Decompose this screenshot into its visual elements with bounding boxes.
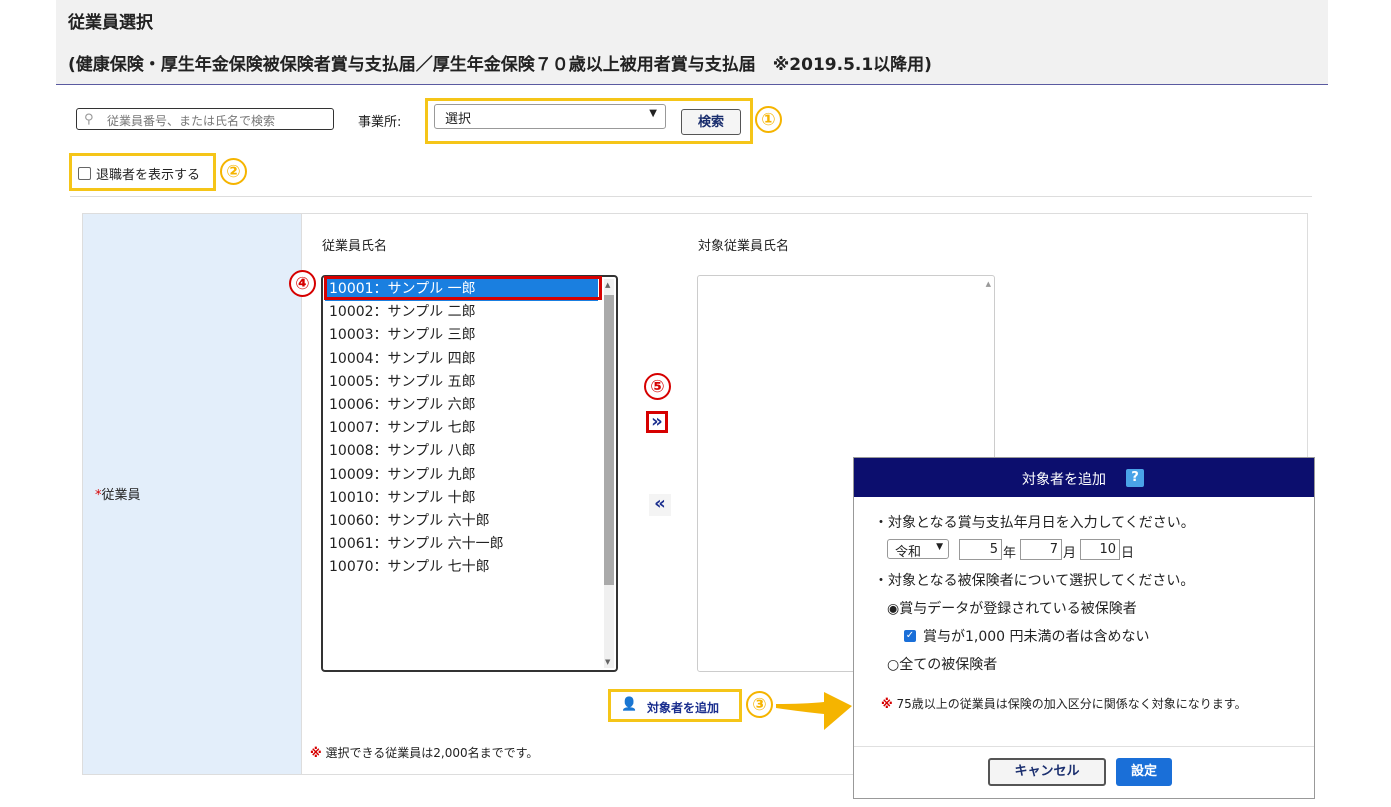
add-target-button-label: 対象者を追加	[647, 701, 720, 715]
dialog-date-instruction: ・対象となる賞与支払年月日を入力してください。	[874, 515, 1195, 531]
note-mark: ※	[310, 746, 322, 760]
employees-column-header: 従業員氏名	[322, 239, 388, 254]
era-select-value: 令和	[895, 545, 922, 560]
exclude-under-1000-label: 賞与が1,000 円未満の者は含めない	[923, 629, 1150, 645]
year-unit: 年	[1003, 546, 1017, 561]
dialog-insured-instruction: ・対象となる被保険者について選択してください。	[874, 573, 1195, 589]
employee-list-item[interactable]: 10007：サンプル 七郎	[329, 417, 476, 440]
divider	[70, 196, 1312, 197]
retired-checkbox[interactable]	[78, 167, 91, 180]
note-text: 選択できる従業員は2,000名までです。	[325, 746, 539, 760]
employee-list-item[interactable]: 10010：サンプル 十郎	[329, 487, 476, 510]
retired-checkbox-label: 退職者を表示する	[96, 168, 201, 183]
page-title: 従業員選択	[68, 13, 153, 33]
cancel-button[interactable]: キャンセル	[988, 758, 1106, 786]
search-button[interactable]: 検索	[681, 109, 741, 135]
office-select-value: 選択	[445, 112, 472, 127]
era-select[interactable]: 令和 ▼	[887, 539, 949, 560]
employee-list-item[interactable]: 10009：サンプル 九郎	[329, 464, 476, 487]
callout-5: ⑤	[644, 373, 671, 400]
selected-item-highlight	[324, 276, 602, 300]
add-target-dialog: 対象者を追加 ? ・対象となる賞与支払年月日を入力してください。 令和 ▼ 5 …	[853, 457, 1315, 799]
employee-field-label-text: 従業員	[101, 488, 141, 503]
month-input[interactable]: 7	[1020, 539, 1062, 560]
employee-limit-note: ※ 選択できる従業員は2,000名までです。	[310, 744, 538, 761]
callout-4: ④	[289, 270, 316, 297]
radio-with-bonus-data[interactable]: ◉賞与データが登録されている被保険者	[887, 598, 1137, 618]
employee-list-item[interactable]: 10060：サンプル 六十郎	[329, 510, 490, 533]
move-left-button[interactable]: «	[649, 494, 671, 516]
scroll-up-icon: ▲	[985, 280, 991, 288]
scroll-up-icon: ▲	[605, 281, 611, 289]
dialog-note-mark: ※	[881, 697, 893, 711]
callout-arrow-icon	[776, 692, 852, 730]
targets-column-header: 対象従業員氏名	[698, 239, 790, 254]
page-header: 従業員選択 (健康保険・厚生年金保険被保険者賞与支払届／厚生年金保険７０歳以上被…	[56, 0, 1328, 85]
scroll-down-icon: ▼	[605, 658, 611, 666]
search-input[interactable]: ⚲ 従業員番号、または氏名で検索	[76, 108, 334, 130]
chevron-down-icon: ▼	[936, 542, 943, 552]
employee-list-item[interactable]: 10006：サンプル 六郎	[329, 394, 476, 417]
day-input[interactable]: 10	[1080, 539, 1120, 560]
office-label: 事業所:	[358, 115, 402, 130]
employee-list-item[interactable]: 10070：サンプル 七十郎	[329, 556, 490, 579]
office-select[interactable]: 選択 ▼	[434, 104, 666, 129]
year-input[interactable]: 5	[959, 539, 1002, 560]
user-icon: 👤	[621, 697, 638, 712]
chevron-down-icon: ▼	[649, 108, 657, 119]
employee-listbox[interactable]: ▲ ▼ 10001：サンプル 一郎 10002：サンプル 二郎 10003：サンプル…	[321, 275, 618, 672]
help-icon[interactable]: ?	[1126, 469, 1144, 487]
employee-list-item[interactable]: 10004：サンプル 四郎	[329, 348, 476, 371]
employee-list-item[interactable]: 10061：サンプル 六十一郎	[329, 533, 504, 556]
search-icon: ⚲	[84, 112, 94, 127]
employee-list-item[interactable]: 10008：サンプル 八郎	[329, 440, 476, 463]
callout-3: ③	[746, 691, 773, 718]
dialog-divider	[854, 746, 1314, 747]
employee-list-item[interactable]: 10005：サンプル 五郎	[329, 371, 476, 394]
search-placeholder: 従業員番号、または氏名で検索	[107, 114, 276, 128]
callout-2: ②	[220, 158, 247, 185]
callout-1: ①	[755, 106, 782, 133]
radio-all-insured[interactable]: ○全ての被保険者	[887, 654, 997, 674]
month-unit: 月	[1063, 546, 1077, 561]
dialog-header: 対象者を追加 ?	[854, 458, 1314, 497]
form-label-column: *従業員	[83, 214, 302, 774]
day-unit: 日	[1121, 546, 1135, 561]
employee-list-item[interactable]: 10002：サンプル 二郎	[329, 301, 476, 324]
employee-list-item[interactable]: 10003：サンプル 三郎	[329, 324, 476, 347]
add-target-button[interactable]: 👤 対象者を追加	[608, 689, 742, 722]
ok-button[interactable]: 設定	[1116, 758, 1172, 786]
move-right-button[interactable]: »	[646, 411, 668, 433]
listbox-scrollbar[interactable]: ▲ ▼	[604, 279, 614, 668]
dialog-title: 対象者を追加	[1022, 472, 1106, 488]
dialog-note: ※ 75歳以上の従業員は保険の加入区分に関係なく対象になります。	[881, 695, 1247, 712]
scrollbar-thumb[interactable]	[604, 295, 614, 585]
exclude-under-1000-checkbox[interactable]: ✓	[904, 630, 916, 642]
page-subtitle: (健康保険・厚生年金保険被保険者賞与支払届／厚生年金保険７０歳以上被用者賞与支払…	[68, 55, 932, 75]
employee-field-label: *従業員	[95, 484, 141, 503]
dialog-note-text: 75歳以上の従業員は保険の加入区分に関係なく対象になります。	[896, 697, 1247, 711]
